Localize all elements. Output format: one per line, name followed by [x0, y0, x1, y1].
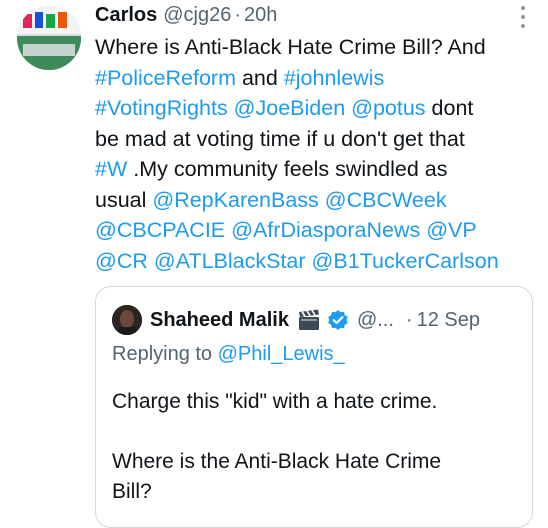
mention-link[interactable]: @JoeBiden	[234, 96, 345, 120]
quoted-tweet-date[interactable]: 12 Sep	[417, 309, 480, 332]
mention-link[interactable]: @B1TuckerCarlson	[312, 249, 499, 273]
mention-link[interactable]: @CR	[95, 249, 148, 273]
tweet-timestamp[interactable]: 20h	[244, 4, 277, 27]
replying-prefix: Replying to	[112, 343, 218, 365]
tweet-text-fragment: be mad at voting time if u don't get tha…	[95, 126, 465, 151]
quoted-tweet-header: Shaheed Malik @... · 12 Sep	[112, 305, 480, 335]
tweet-text-line: be mad at voting time if u don't get tha…	[95, 124, 535, 155]
quoted-header-separator: ·	[405, 308, 413, 331]
more-options-icon[interactable]	[518, 6, 528, 28]
mention-link[interactable]: @VP	[426, 218, 477, 242]
replying-handle-link[interactable]: @Phil_Lewis_	[218, 343, 345, 365]
mention-link[interactable]: @AfrDiasporaNews	[231, 218, 420, 242]
tweet-text-line: #PoliceReform and #johnlewis	[95, 63, 535, 94]
hashtag-link[interactable]: #johnlewis	[284, 66, 384, 90]
mention-link[interactable]: @potus	[351, 96, 425, 120]
profile-avatar-image	[17, 6, 81, 70]
hashtag-link[interactable]: #W	[95, 157, 127, 181]
hashtag-link[interactable]: #PoliceReform	[95, 66, 236, 90]
author-name[interactable]: Carlos	[95, 4, 157, 27]
profile-avatar[interactable]	[17, 6, 81, 70]
tweet-text-fragment: Where is Anti-Black Hate Crime Bill? And	[95, 35, 486, 59]
author-handle[interactable]: @cjg26	[163, 4, 231, 27]
quoted-author-avatar-image	[112, 305, 142, 335]
quoted-tweet-text: Charge this "kid" with a hate crime. Wher…	[112, 387, 522, 507]
replying-to: Replying to @Phil_Lewis_	[112, 343, 345, 366]
quoted-author-avatar[interactable]	[112, 305, 142, 335]
hashtag-link[interactable]: #VotingRights	[95, 96, 228, 120]
header-separator: ·	[234, 4, 242, 26]
quoted-tweet-text-line: Bill?	[112, 480, 152, 503]
mention-link[interactable]: @CBCWeek	[325, 188, 447, 212]
mention-link[interactable]: @CBCPACIE	[95, 218, 225, 242]
tweet-text-fragment: .My community feels swindled as	[127, 157, 448, 181]
mention-link[interactable]: @ATLBlackStar	[154, 249, 306, 273]
quoted-author-name[interactable]: Shaheed Malik	[150, 309, 289, 332]
tweet-text: Where is Anti-Black Hate Crime Bill? And…	[95, 32, 535, 276]
tweet-text-fragment: usual	[95, 187, 153, 212]
tweet-text-fragment: dont	[425, 96, 474, 120]
mention-link[interactable]: @RepKarenBass	[152, 188, 318, 212]
clapperboard-icon	[297, 309, 321, 331]
tweet-text-line: #W .My community feels swindled as	[95, 154, 535, 185]
tweet-text-line: @CBCPACIE @AfrDiasporaNews @VP	[95, 215, 535, 246]
tweet-text-line: @CR @ATLBlackStar @B1TuckerCarlson	[95, 246, 535, 277]
tweet-text-line: #VotingRights @JoeBiden @potus dont	[95, 93, 535, 124]
tweet-text-line: usual @RepKarenBass @CBCWeek	[95, 185, 535, 216]
quoted-tweet[interactable]: Shaheed Malik @... · 12 Sep Replying to …	[95, 286, 533, 528]
tweet-text-fragment: and	[236, 65, 284, 90]
tweet-text-line: Where is Anti-Black Hate Crime Bill? And	[95, 32, 535, 63]
tweet-header: Carlos @cjg26 · 20h	[95, 4, 277, 30]
quoted-author-handle[interactable]: @...	[357, 309, 394, 332]
verified-badge-icon	[327, 309, 349, 331]
quoted-tweet-text-line: Charge this "kid" with a hate crime.	[112, 390, 438, 413]
quoted-tweet-text-line: Where is the Anti-Black Hate Crime	[112, 450, 442, 473]
